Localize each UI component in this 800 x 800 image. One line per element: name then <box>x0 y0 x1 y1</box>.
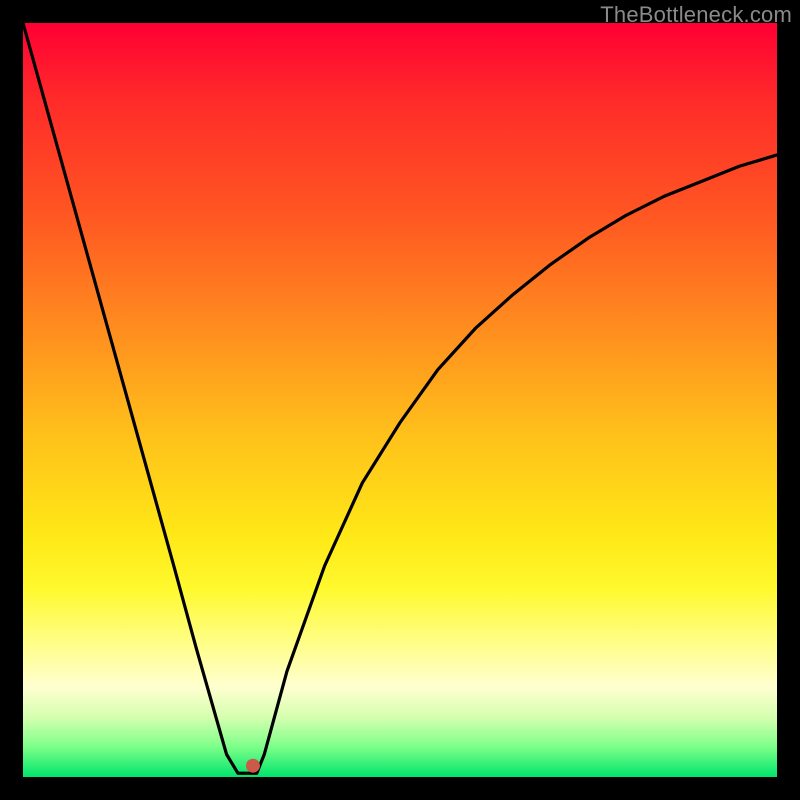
chart-frame: TheBottleneck.com <box>0 0 800 800</box>
bottleneck-curve <box>23 23 777 773</box>
curve-group <box>23 23 777 773</box>
plot-area <box>23 23 777 777</box>
curve-marker <box>246 759 260 773</box>
watermark-text: TheBottleneck.com <box>600 2 792 28</box>
chart-svg <box>23 23 777 777</box>
